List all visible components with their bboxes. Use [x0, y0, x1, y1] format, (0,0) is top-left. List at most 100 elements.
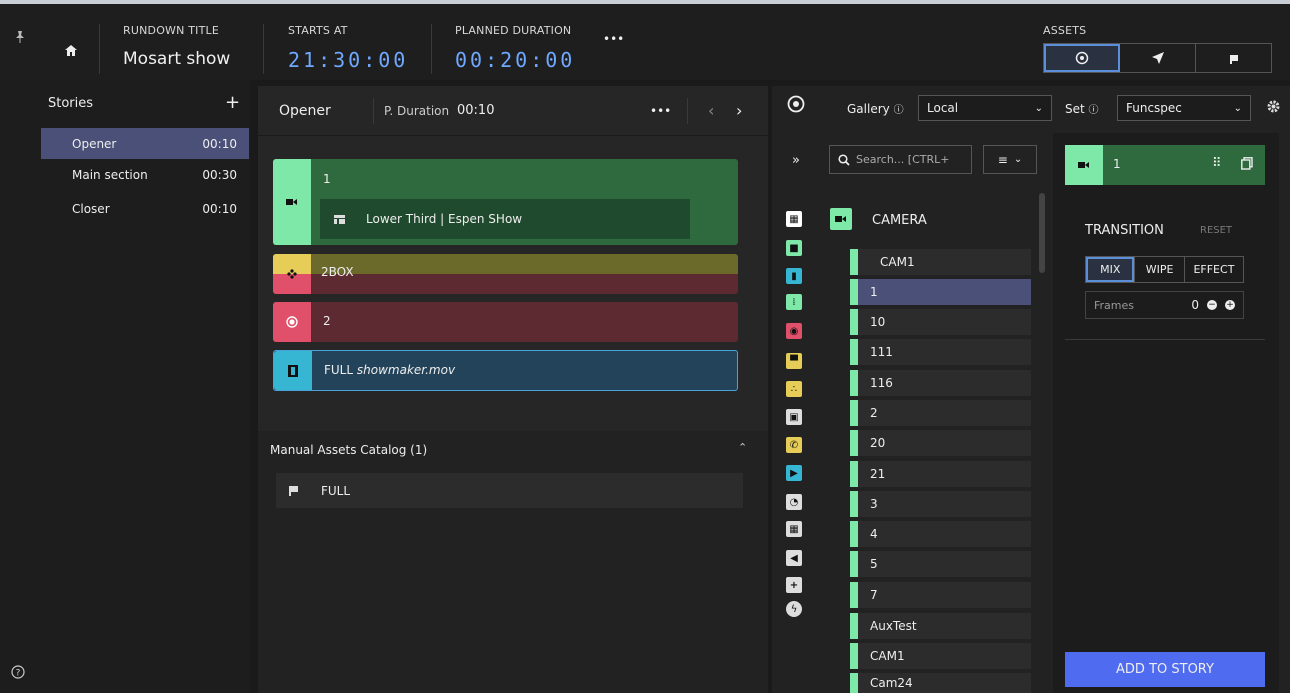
asset-list-item[interactable]: CAM1 [850, 643, 1031, 669]
rundown-title[interactable]: Mosart show [123, 49, 230, 69]
asset-list-item[interactable]: 5 [850, 551, 1031, 577]
set-label: Set ⓘ [1065, 101, 1099, 116]
camera-category-icon [830, 208, 852, 230]
story-label: Main section [72, 167, 148, 182]
manual-catalog-item[interactable]: FULL [276, 473, 743, 508]
copy-icon[interactable] [1241, 157, 1253, 170]
record-block[interactable]: 2 [273, 302, 738, 342]
asset-list-item[interactable]: 3 [850, 491, 1031, 517]
collapse-panel-button[interactable]: » [792, 153, 800, 168]
previous-story-button[interactable]: ‹ [708, 101, 714, 120]
gallery-label: Gallery ⓘ [847, 101, 904, 116]
header-more-button[interactable]: ••• [603, 32, 624, 46]
add-to-story-button[interactable]: ADD TO STORY [1065, 652, 1265, 687]
search-input[interactable]: Search... [CTRL+ [829, 145, 972, 174]
camera-icon [286, 199, 297, 205]
asset-list-item[interactable]: Cam24 [850, 673, 1031, 693]
story-item-closer[interactable]: Closer 00:10 [41, 193, 249, 224]
transition-label: TRANSITION [1085, 223, 1164, 238]
decrement-icon[interactable]: − [1207, 300, 1217, 310]
frames-stepper[interactable]: Frames 0 − + [1085, 291, 1244, 319]
set-select[interactable]: Funcspec ⌄ [1117, 95, 1251, 121]
asset-list-item[interactable]: 20 [850, 430, 1031, 456]
increment-icon[interactable]: + [1225, 300, 1235, 310]
asset-list-item[interactable]: 111 [850, 339, 1031, 365]
drag-handle-icon[interactable]: ⠿ [1212, 156, 1222, 171]
twobox-icon[interactable]: ∴ [786, 381, 802, 397]
list-view-toggle[interactable]: ≡ ⌄ [983, 145, 1037, 174]
lower-third-icon [334, 214, 345, 224]
help-icon[interactable]: ? [11, 665, 25, 679]
story-item-opener[interactable]: Opener 00:10 [41, 128, 249, 159]
asset-list-item[interactable]: AuxTest [850, 613, 1031, 639]
film-icon[interactable]: ▮ [786, 268, 802, 284]
lower-third-item[interactable]: Lower Third | Espen SHow [320, 199, 690, 239]
manual-catalog-title[interactable]: Manual Assets Catalog (1) [270, 443, 427, 457]
tab-navigate[interactable] [1120, 44, 1196, 72]
asset-list-item[interactable]: 116 [850, 370, 1031, 396]
collapse-chevron-icon[interactable]: ⌃ [738, 441, 747, 454]
flag-icon[interactable]: ▶ [786, 465, 802, 481]
flash-icon[interactable]: ϟ [786, 601, 802, 617]
asset-list-item[interactable]: 2 [850, 400, 1031, 426]
tab-gallery[interactable] [1044, 44, 1120, 72]
gallery-select[interactable]: Local ⌄ [918, 95, 1052, 121]
home-icon[interactable] [64, 44, 78, 57]
planned-duration-value[interactable]: 00:20:00 [455, 48, 575, 72]
plus-icon[interactable]: + [786, 577, 802, 593]
phone-icon[interactable]: ✆ [786, 437, 802, 453]
asset-list-scrollbar[interactable] [1039, 193, 1045, 273]
asset-label: 3 [870, 497, 878, 511]
pin-icon[interactable] [14, 30, 26, 44]
story-more-button[interactable]: ••• [650, 104, 671, 118]
story-time: 00:10 [202, 136, 237, 151]
camera-icon[interactable]: ■ [786, 240, 802, 256]
detail-title: 1 [1113, 157, 1121, 171]
assets-tabs [1043, 43, 1272, 73]
story-duration: 00:10 [457, 103, 495, 118]
twobox-icon [287, 269, 297, 279]
asset-list-item[interactable]: CAM1 [850, 249, 1031, 275]
grid-icon[interactable]: ▦ [786, 211, 802, 227]
reset-button[interactable]: RESET [1200, 225, 1232, 236]
lower-third-icon[interactable]: ▀ [786, 353, 802, 369]
film-icon [288, 364, 298, 377]
grid-small-icon[interactable]: ▦ [786, 521, 802, 537]
camera-category-label: CAMERA [872, 213, 927, 228]
add-story-button[interactable]: + [225, 92, 240, 113]
lower-third-label: Lower Third | Espen SHow [366, 212, 523, 226]
tab-effect[interactable]: EFFECT [1183, 257, 1243, 282]
frames-value: 0 [1191, 298, 1199, 312]
story-item-main-section[interactable]: Main section 00:30 [41, 159, 249, 190]
flag-icon [289, 485, 298, 496]
record-icon[interactable]: ◉ [786, 323, 802, 339]
settings-gear-icon[interactable] [1266, 99, 1281, 114]
tab-mix[interactable]: MIX [1086, 257, 1135, 282]
chevron-down-icon: ⌄ [1013, 154, 1023, 165]
camera-block[interactable]: 1 Lower Third | Espen SHow [273, 159, 738, 245]
twobox-block[interactable]: 2BOX [273, 254, 738, 294]
asset-label: 111 [870, 345, 893, 359]
asset-list-item[interactable]: 4 [850, 521, 1031, 547]
chevron-down-icon: ⌄ [1233, 102, 1242, 114]
tab-flags[interactable] [1196, 44, 1271, 72]
speaker-icon[interactable]: ◀ [786, 550, 802, 566]
camera-color-bar [850, 613, 858, 639]
asset-list-item[interactable]: 10 [850, 309, 1031, 335]
camera-color-bar [850, 643, 858, 669]
asset-list-item[interactable]: 7 [850, 582, 1031, 608]
page-icon[interactable]: ▣ [786, 409, 802, 425]
full-video-block[interactable]: FULL showmaker.mov [273, 350, 738, 391]
set-select-value: Funcspec [1126, 101, 1182, 115]
story-title[interactable]: Opener [279, 103, 331, 119]
asset-list-item[interactable]: 21 [850, 461, 1031, 487]
clock-icon[interactable]: ◔ [786, 494, 802, 510]
tab-wipe[interactable]: WIPE [1134, 257, 1183, 282]
starts-at-value[interactable]: 21:30:00 [288, 48, 408, 72]
next-story-button[interactable]: › [736, 101, 742, 120]
audio-icon[interactable]: ⁞ [786, 294, 802, 310]
asset-label: 20 [870, 436, 886, 450]
asset-list-item[interactable]: 1 [850, 279, 1031, 305]
story-label: Opener [72, 136, 117, 151]
list-icon: ≡ [997, 152, 1008, 167]
